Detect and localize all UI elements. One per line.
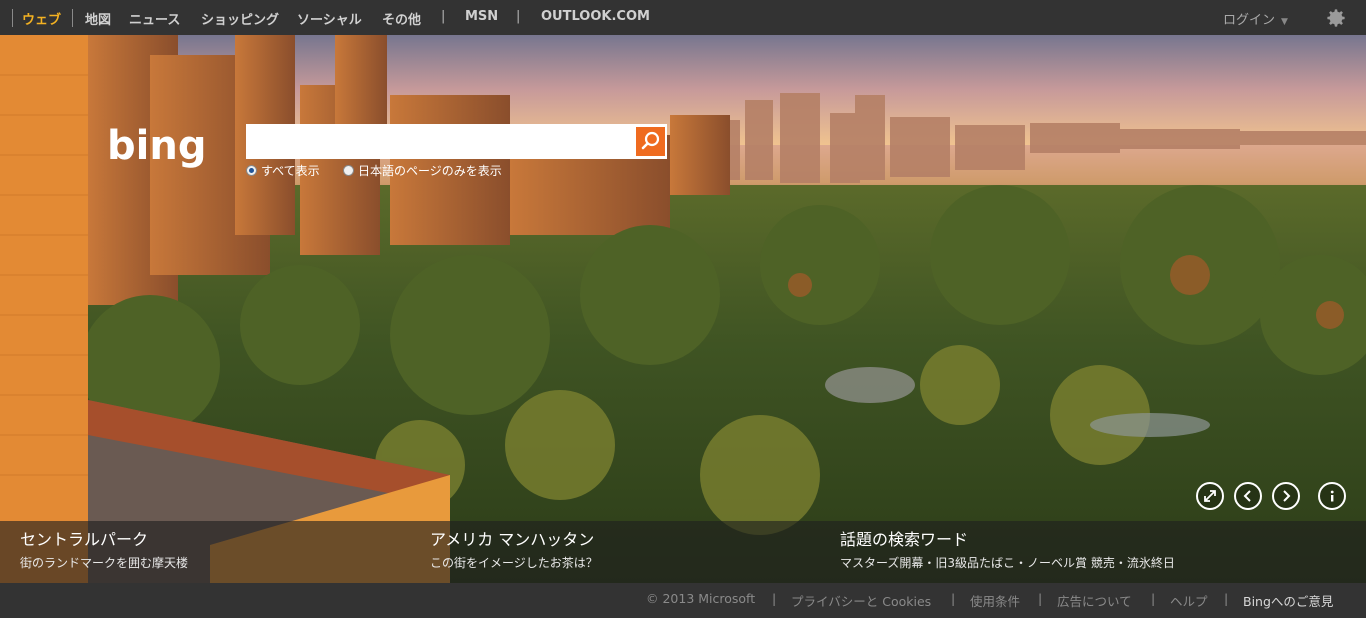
search-button-face — [636, 127, 665, 156]
nav-pipe: | — [516, 9, 521, 24]
hero-image: bing すべて表示 日本語のページのみを表示 セントラルパーク 街のランドマー… — [0, 35, 1366, 583]
footer-link-privacy[interactable]: プライバシーと Cookies — [791, 591, 931, 610]
expand-icon — [1204, 490, 1216, 502]
nav-item-maps[interactable]: 地図 — [85, 9, 111, 28]
info-button[interactable] — [1318, 482, 1346, 510]
caption-subtitle: この街をイメージしたお茶は？ — [430, 556, 598, 570]
caption-subtitle: マスターズ開幕・旧3級品たばこ・ノーベル賞 競売・流氷終日 — [840, 556, 1175, 570]
nav-item-more[interactable]: その他 — [382, 9, 421, 28]
radio-all-results[interactable]: すべて表示 — [246, 162, 320, 179]
nav-item-outlook[interactable]: OUTLOOK.COM — [541, 9, 650, 24]
footer-separator: | — [951, 591, 956, 606]
footer: © 2013 Microsoft | プライバシーと Cookies | 使用条… — [0, 583, 1366, 618]
nav-item-web[interactable]: ウェブ — [22, 9, 61, 28]
footer-link-help[interactable]: ヘルプ — [1170, 591, 1208, 610]
chevron-left-icon — [1243, 490, 1251, 502]
nav-item-news[interactable]: ニュース — [129, 9, 180, 28]
footer-link-advertise[interactable]: 広告について — [1057, 591, 1132, 610]
caption-title: セントラルパーク — [20, 530, 149, 549]
background-scenery — [0, 35, 1366, 583]
gear-icon[interactable] — [1325, 7, 1347, 29]
expand-button[interactable] — [1196, 482, 1224, 510]
search-icon — [641, 131, 660, 150]
caption-subtitle: 街のランドマークを囲む摩天楼 — [20, 556, 189, 570]
caption-title: アメリカ マンハッタン — [430, 530, 595, 549]
radio-label: 日本語のページのみを表示 — [358, 164, 502, 178]
footer-separator: | — [772, 591, 777, 606]
top-navigation: ウェブ 地図 ニュース ショッピング ソーシャル その他 | MSN | OUT… — [0, 0, 1366, 35]
previous-image-button[interactable] — [1234, 482, 1262, 510]
caption-bar: セントラルパーク 街のランドマークを囲む摩天楼 アメリカ マンハッタン この街を… — [0, 521, 1366, 583]
caption-location[interactable]: セントラルパーク 街のランドマークを囲む摩天楼 — [20, 529, 188, 572]
caption-title: 話題の検索ワード — [840, 530, 969, 549]
login-label: ログイン — [1223, 13, 1276, 28]
caption-trending[interactable]: 話題の検索ワード マスターズ開幕・旧3級品たばこ・ノーベル賞 競売・流氷終日 — [840, 529, 1175, 572]
footer-link-terms[interactable]: 使用条件 — [970, 591, 1020, 610]
logo-text: bing — [107, 123, 206, 169]
radio-dot — [246, 165, 257, 176]
login-dropdown[interactable]: ログイン ▼ — [1223, 9, 1288, 28]
bing-logo[interactable]: bing — [107, 123, 235, 171]
radio-japanese-only[interactable]: 日本語のページのみを表示 — [343, 162, 502, 179]
nav-divider — [72, 9, 73, 27]
footer-separator: | — [1151, 591, 1156, 606]
chevron-down-icon: ▼ — [1281, 17, 1288, 27]
footer-separator: | — [1224, 591, 1229, 606]
chevron-right-icon — [1283, 490, 1291, 502]
nav-divider — [12, 9, 13, 27]
search-input[interactable] — [246, 124, 634, 159]
footer-link-feedback[interactable]: Bingへのご意見 — [1243, 591, 1333, 610]
caption-region[interactable]: アメリカ マンハッタン この街をイメージしたお茶は？ — [430, 529, 598, 572]
footer-copyright: © 2013 Microsoft — [646, 591, 756, 606]
nav-item-social[interactable]: ソーシャル — [297, 9, 362, 28]
nav-item-msn[interactable]: MSN — [465, 9, 498, 24]
search-button[interactable] — [634, 124, 667, 159]
footer-separator: | — [1038, 591, 1043, 606]
next-image-button[interactable] — [1272, 482, 1300, 510]
nav-pipe: | — [441, 9, 446, 24]
radio-label: すべて表示 — [261, 164, 320, 178]
radio-dot — [343, 165, 354, 176]
info-icon — [1330, 490, 1334, 502]
nav-item-shopping[interactable]: ショッピング — [201, 9, 279, 28]
